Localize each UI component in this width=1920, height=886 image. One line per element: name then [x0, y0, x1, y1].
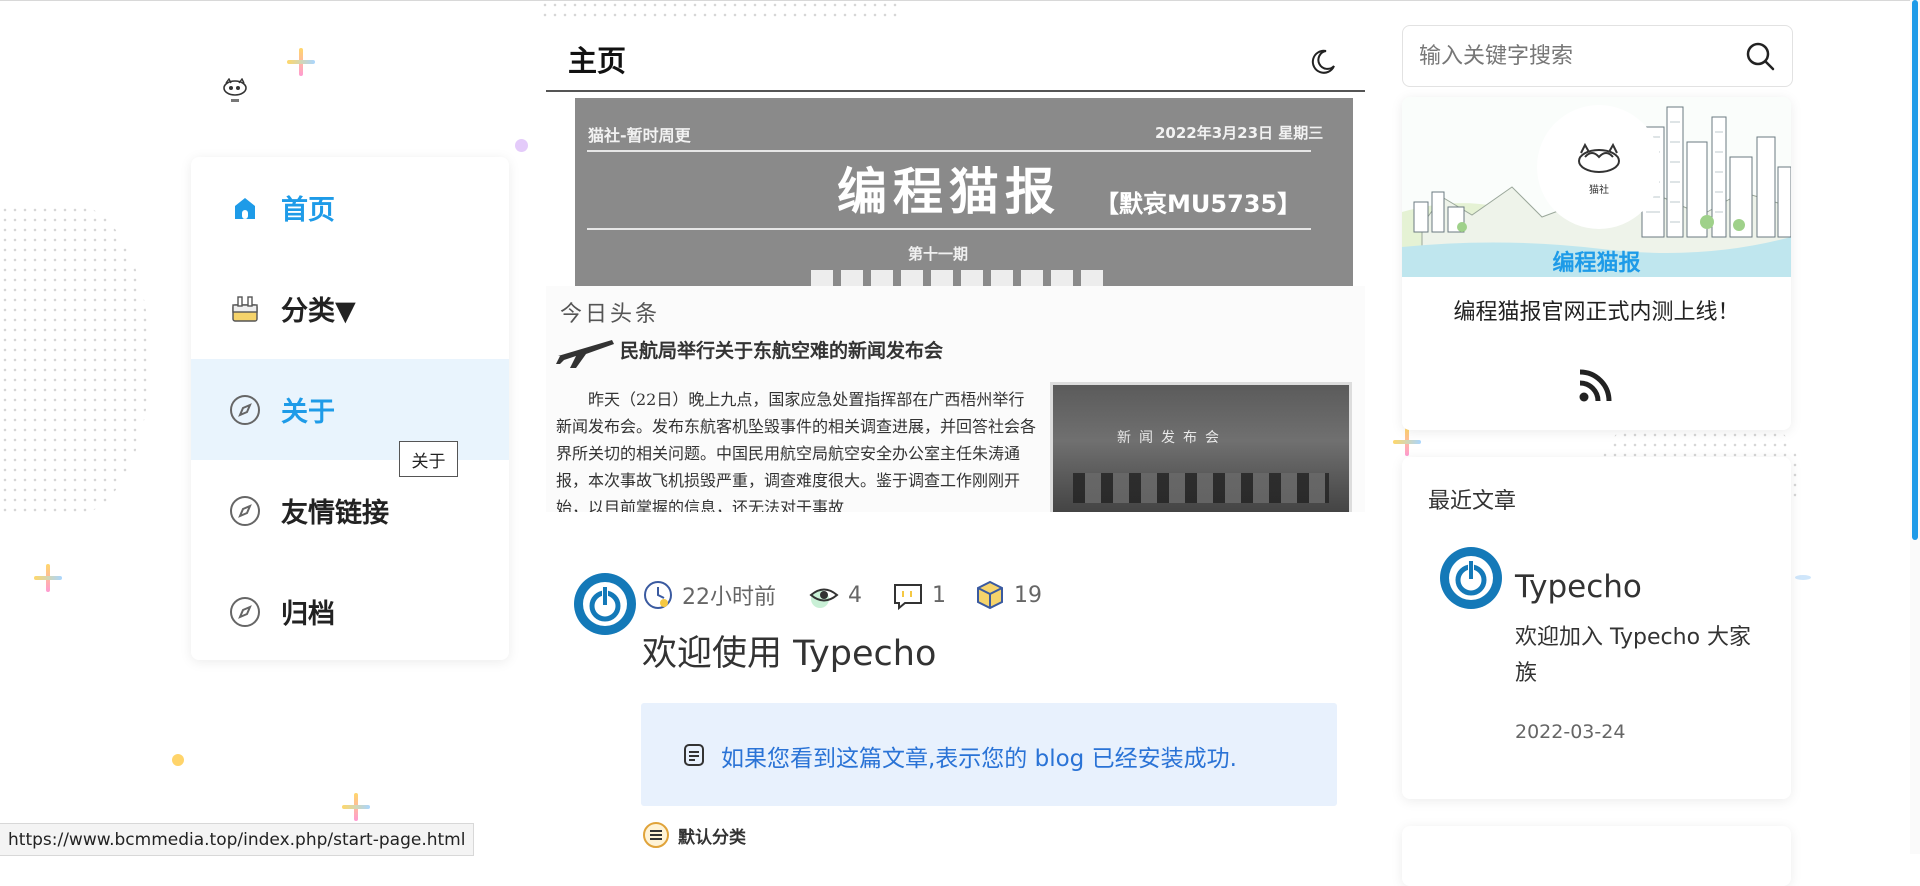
- sparkle-decoration: [34, 564, 62, 592]
- dot-decoration: [515, 139, 528, 152]
- post-views: 4: [808, 579, 862, 611]
- post-excerpt-text: 如果您看到这篇文章,表示您的 blog 已经安装成功.: [721, 746, 1237, 772]
- dot-decoration: [1795, 575, 1811, 580]
- main-header: 主页: [546, 24, 1365, 92]
- post-comments: 1: [892, 579, 946, 611]
- brand-name: 编程猫报: [1552, 251, 1641, 276]
- list-icon: [643, 822, 669, 848]
- cat-logo-icon: [1578, 142, 1620, 173]
- banner-article[interactable]: 今日头条 民航局举行关于东航空难的新闻发布会 昨天（22日）晚上九点，国家应急处…: [546, 286, 1365, 512]
- power-icon: [583, 582, 627, 626]
- scrollbar-thumb[interactable]: [1912, 0, 1918, 540]
- search-icon[interactable]: [1744, 40, 1776, 72]
- post-views-count: 4: [848, 582, 862, 608]
- search-bar: [1402, 25, 1793, 87]
- comment-icon: [894, 584, 922, 611]
- nav-tooltip: 关于: [399, 441, 458, 477]
- featured-card: 主页 猫社-暂时周更 2022年3月23日 星期三 编程猫报 【默哀MU5735…: [546, 24, 1365, 512]
- post-words-count: 19: [1014, 582, 1042, 608]
- sparkle-decoration: [342, 793, 370, 821]
- post-excerpt: 如果您看到这篇文章,表示您的 blog 已经安装成功.: [641, 703, 1337, 806]
- nav-item-archive[interactable]: 归档: [191, 561, 509, 660]
- banner-image[interactable]: 猫社-暂时周更 2022年3月23日 星期三 编程猫报 【默哀MU5735】 第…: [575, 98, 1353, 286]
- banner-cut-text: [811, 270, 1111, 286]
- compass-icon: [229, 495, 261, 527]
- brand-card: 猫社 编程猫报 编程猫报官网正式内测上线！: [1402, 97, 1791, 430]
- nav-item-home[interactable]: 首页: [191, 157, 509, 258]
- nav-item-about[interactable]: 关于: [191, 359, 509, 460]
- author-avatar[interactable]: [574, 573, 636, 635]
- recent-posts-card: 最近文章 Typecho 欢迎加入 Typecho 大家族 2022-03-24: [1402, 457, 1791, 799]
- dark-mode-icon[interactable]: [1309, 48, 1337, 76]
- nav-item-label: 关于: [281, 397, 335, 428]
- nav-item-label: 归档: [281, 599, 335, 630]
- document-icon: [684, 744, 704, 766]
- next-widget-card: [1402, 826, 1791, 886]
- home-icon: [229, 192, 261, 224]
- banner-photo-caption: 新闻发布会: [1117, 430, 1227, 446]
- brand-logo-text: 猫社: [1589, 185, 1609, 196]
- post-time: 22小时前: [642, 579, 776, 611]
- banner-left-header: 猫社-暂时周更: [588, 126, 691, 145]
- banner-masthead: 编程猫报: [837, 162, 1061, 221]
- banner-section: 今日头条: [560, 302, 661, 327]
- nav-item-label: 首页: [281, 195, 335, 226]
- banner-issue: 第十一期: [908, 245, 969, 263]
- category-icon: [229, 293, 261, 325]
- recent-post-avatar[interactable]: [1440, 547, 1502, 609]
- sparkle-decoration: [1393, 428, 1421, 456]
- recent-post-title[interactable]: Typecho: [1515, 569, 1642, 605]
- page-title: 主页: [568, 44, 627, 78]
- brand-logo[interactable]: 猫社: [1537, 105, 1661, 229]
- nav-item-friend-links[interactable]: 友情链接: [191, 460, 509, 561]
- site-logo[interactable]: [220, 77, 250, 106]
- banner-headline: 民航局举行关于东航空难的新闻发布会: [620, 340, 944, 362]
- nav-item-category[interactable]: 分类▼: [191, 258, 509, 359]
- airplane-icon: [556, 340, 614, 368]
- recent-posts-title: 最近文章: [1428, 489, 1517, 514]
- search-input[interactable]: [1417, 36, 1721, 76]
- nav-item-label: 友情链接: [281, 498, 389, 529]
- banner-photo: 新闻发布会: [1050, 382, 1352, 512]
- cat-logo-icon: [223, 77, 247, 102]
- power-icon: [1449, 556, 1493, 600]
- box-icon: [977, 580, 1003, 610]
- nav-item-label: 分类▼: [281, 296, 356, 327]
- top-border: [0, 0, 1920, 1]
- banner-rule: [587, 228, 1311, 230]
- background-dots: [0, 205, 150, 515]
- post-title[interactable]: 欢迎使用 Typecho: [642, 625, 936, 676]
- post-time-text: 22小时前: [682, 585, 776, 610]
- sidebar-nav: 首页 分类▼ 关于 友情链接 归档: [191, 157, 509, 660]
- banner-photo-people: [1073, 473, 1329, 503]
- dot-decoration: [172, 754, 184, 766]
- recent-post-summary: 欢迎加入 Typecho 大家族: [1515, 625, 1752, 686]
- post-category-label: 默认分类: [678, 827, 746, 848]
- post-words: 19: [974, 579, 1042, 611]
- background-dots: [540, 0, 900, 22]
- compass-icon: [229, 394, 261, 426]
- post-comments-count: 1: [932, 582, 946, 608]
- banner-date: 2022年3月23日 星期三: [1155, 124, 1324, 142]
- banner-body-text: 昨天（22日）晚上九点，国家应急处置指挥部在广西梧州举行新闻发布会。发布东航客机…: [556, 390, 1037, 512]
- clock-icon: [644, 581, 672, 609]
- recent-post-date: 2022-03-24: [1515, 721, 1626, 743]
- post-category[interactable]: 默认分类: [642, 821, 746, 849]
- rss-icon[interactable]: [1578, 369, 1612, 403]
- compass-icon: [229, 596, 261, 628]
- eye-icon: [809, 588, 839, 608]
- sparkle-decoration: [287, 48, 315, 76]
- status-url: https://www.bcmmedia.top/index.php/start…: [0, 823, 475, 856]
- post-card: 22小时前 4 1 19 欢迎使用 Typecho 如果您看到这篇文章,表示您的…: [546, 549, 1365, 869]
- brand-description: 编程猫报官网正式内测上线！: [1453, 300, 1740, 325]
- banner-subtitle: 【默哀MU5735】: [1095, 190, 1302, 218]
